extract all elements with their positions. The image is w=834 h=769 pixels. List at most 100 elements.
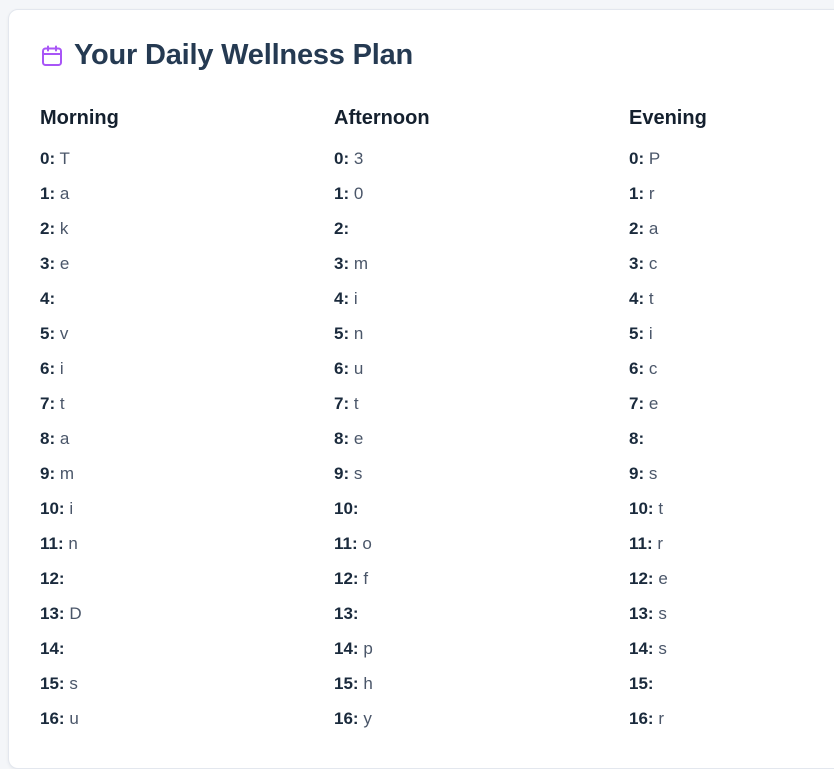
item-index: 0:	[629, 149, 645, 168]
item-value: c	[648, 359, 658, 378]
afternoon-list: 0: 3 1: 0 2: 3: m 4: i 5: n 6: u 7: t 8: e 9: s1…	[334, 146, 604, 741]
item-value: s	[353, 464, 363, 483]
list-item: 0: P	[629, 146, 834, 181]
item-index: 8:	[629, 429, 645, 448]
evening-list: 0: P 1: r 2: a 3: c 4: t 5: i 6: c 7: e 8: 9: s1…	[629, 146, 834, 741]
item-index: 10:	[334, 499, 359, 518]
item-index: 14:	[334, 639, 359, 658]
list-item: 7: t	[334, 391, 604, 426]
item-value: i	[69, 499, 74, 518]
item-value: t	[658, 499, 664, 518]
item-value: T	[59, 149, 70, 168]
column-morning: Morning 0: T 1: a 2: k 3: e 4: 5: v 6: i 7: t8…	[40, 105, 310, 741]
list-item: 10: t	[629, 496, 834, 531]
list-item: 9: m	[40, 461, 310, 496]
item-value: i	[353, 289, 358, 308]
list-item: 15: s	[40, 671, 310, 706]
item-index: 14:	[629, 639, 654, 658]
list-item: 5: i	[629, 321, 834, 356]
item-index: 9:	[334, 464, 350, 483]
item-value: p	[363, 639, 373, 658]
item-value: f	[363, 569, 369, 588]
list-item: 13: s	[629, 601, 834, 636]
list-item: 2:	[334, 216, 604, 251]
list-item: 12: e	[629, 566, 834, 601]
item-index: 14:	[40, 639, 65, 658]
item-value: s	[69, 674, 78, 693]
item-value: s	[658, 639, 667, 658]
item-value: m	[353, 254, 369, 273]
item-index: 2:	[629, 219, 645, 238]
item-index: 16:	[334, 709, 359, 728]
item-value: t	[353, 394, 359, 413]
item-index: 4:	[40, 289, 56, 308]
item-index: 16:	[629, 709, 654, 728]
list-item: 14:	[40, 636, 310, 671]
item-index: 7:	[334, 394, 350, 413]
item-value: n	[68, 534, 78, 553]
column-heading-morning: Morning	[40, 107, 119, 129]
list-item: 0: 3	[334, 146, 604, 181]
item-index: 4:	[629, 289, 645, 308]
item-value: h	[363, 674, 373, 693]
list-item: 16: u	[40, 706, 310, 741]
item-value: v	[59, 324, 69, 343]
list-item: 9: s	[629, 461, 834, 496]
item-value: e	[59, 254, 70, 273]
item-value: s	[648, 464, 658, 483]
item-value: a	[648, 219, 659, 238]
item-index: 12:	[334, 569, 359, 588]
list-item: 11: n	[40, 531, 310, 566]
list-item: 2: a	[629, 216, 834, 251]
item-index: 1:	[629, 184, 645, 203]
list-item: 4: t	[629, 286, 834, 321]
list-item: 8: e	[334, 426, 604, 461]
item-value: e	[658, 569, 668, 588]
column-afternoon: Afternoon 0: 3 1: 0 2: 3: m 4: i 5: n 6: u 7: …	[334, 105, 604, 741]
list-item: 3: e	[40, 251, 310, 286]
item-index: 13:	[40, 604, 65, 623]
item-index: 5:	[334, 324, 350, 343]
column-evening: Evening 0: P 1: r 2: a 3: c 4: t 5: i 6: c 7: e…	[629, 105, 834, 741]
list-item: 11: o	[334, 531, 604, 566]
item-value: a	[59, 184, 70, 203]
list-item: 8: a	[40, 426, 310, 461]
item-value: P	[648, 149, 661, 168]
item-value: o	[362, 534, 372, 553]
item-value: i	[59, 359, 64, 378]
list-item: 4:	[40, 286, 310, 321]
item-index: 3:	[334, 254, 350, 273]
item-index: 5:	[40, 324, 56, 343]
list-item: 11: r	[629, 531, 834, 566]
list-item: 5: v	[40, 321, 310, 356]
item-value: r	[648, 184, 655, 203]
list-item: 4: i	[334, 286, 604, 321]
list-item: 2: k	[40, 216, 310, 251]
list-item: 8:	[629, 426, 834, 461]
list-item: 5: n	[334, 321, 604, 356]
card-header: Your Daily Wellness Plan	[40, 39, 413, 72]
item-value: k	[59, 219, 69, 238]
item-value: D	[69, 604, 82, 623]
item-index: 11:	[40, 534, 64, 553]
item-index: 6:	[334, 359, 350, 378]
item-index: 13:	[334, 604, 359, 623]
list-item: 9: s	[334, 461, 604, 496]
item-index: 13:	[629, 604, 654, 623]
item-index: 16:	[40, 709, 65, 728]
item-index: 3:	[40, 254, 56, 273]
list-item: 1: 0	[334, 181, 604, 216]
item-value: u	[353, 359, 364, 378]
list-item: 15:	[629, 671, 834, 706]
item-index: 2:	[40, 219, 56, 238]
item-value: e	[648, 394, 659, 413]
list-item: 16: y	[334, 706, 604, 741]
item-index: 12:	[629, 569, 654, 588]
item-index: 6:	[40, 359, 56, 378]
list-item: 14: p	[334, 636, 604, 671]
item-index: 8:	[334, 429, 350, 448]
item-value: u	[69, 709, 79, 728]
item-value: c	[648, 254, 658, 273]
item-index: 15:	[334, 674, 359, 693]
item-index: 9:	[629, 464, 645, 483]
